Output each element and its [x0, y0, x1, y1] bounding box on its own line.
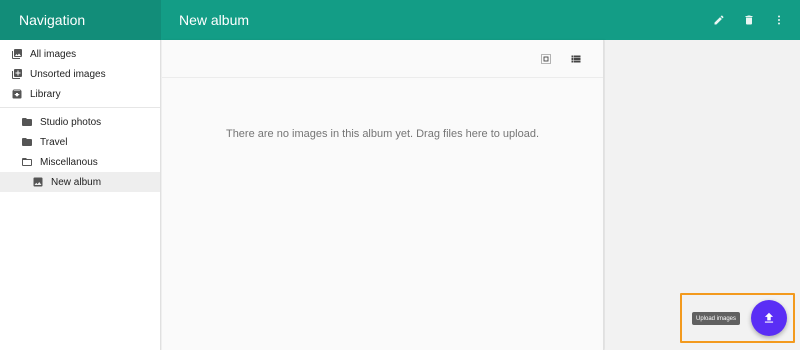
sidebar: All images Unsorted images Library Studi…: [0, 40, 161, 350]
nav-header: Navigation: [0, 0, 161, 40]
sidebar-item-studio-photos[interactable]: Studio photos: [0, 112, 160, 132]
sidebar-item-library[interactable]: Library: [0, 84, 160, 104]
sidebar-item-travel[interactable]: Travel: [0, 132, 160, 152]
delete-button[interactable]: [734, 0, 764, 40]
appbar-actions: [704, 0, 800, 40]
empty-album-message: There are no images in this album yet. D…: [225, 128, 540, 140]
sidebar-top-group: All images Unsorted images Library: [0, 40, 160, 108]
images-icon: [10, 47, 24, 61]
folder-outline-icon: [20, 155, 34, 169]
app-bar: New album: [161, 0, 800, 40]
sidebar-item-unsorted-images[interactable]: Unsorted images: [0, 64, 160, 84]
list-view-icon: [571, 55, 581, 62]
sidebar-item-all-images[interactable]: All images: [0, 44, 160, 64]
photo-album-icon: [31, 175, 45, 189]
sidebar-item-label: Studio photos: [40, 116, 102, 128]
page-title: New album: [179, 12, 250, 28]
folder-icon: [20, 135, 34, 149]
archive-icon: [10, 87, 24, 101]
sidebar-item-label: New album: [51, 176, 102, 188]
folder-icon: [20, 115, 34, 129]
sidebar-item-label: Miscellanous: [40, 156, 98, 168]
sidebar-item-label: Library: [30, 88, 61, 100]
pencil-icon: [714, 15, 724, 25]
upload-tooltip: Upload images: [692, 312, 741, 325]
sidebar-item-label: All images: [30, 48, 77, 60]
tooltip-text: Upload images: [696, 315, 737, 322]
list-view-button[interactable]: [561, 44, 591, 74]
library-tree: Studio photos Travel Miscellanous New al…: [0, 108, 160, 192]
upload-icon: [764, 312, 774, 323]
view-toolbar: [162, 40, 603, 78]
edit-button[interactable]: [704, 0, 734, 40]
nav-title: Navigation: [19, 12, 86, 28]
sidebar-item-new-album[interactable]: New album: [0, 172, 160, 192]
unsorted-icon: [10, 67, 24, 81]
sidebar-item-label: Unsorted images: [30, 68, 106, 80]
more-vert-icon: [778, 15, 780, 25]
sidebar-item-label: Travel: [40, 136, 68, 148]
sidebar-item-miscellanous[interactable]: Miscellanous: [0, 152, 160, 172]
grid-view-icon: [541, 53, 551, 64]
trash-icon: [745, 15, 753, 25]
more-options-button[interactable]: [764, 0, 794, 40]
upload-images-button[interactable]: [751, 300, 787, 336]
grid-view-button[interactable]: [531, 44, 561, 74]
album-panel[interactable]: There are no images in this album yet. D…: [162, 40, 604, 350]
